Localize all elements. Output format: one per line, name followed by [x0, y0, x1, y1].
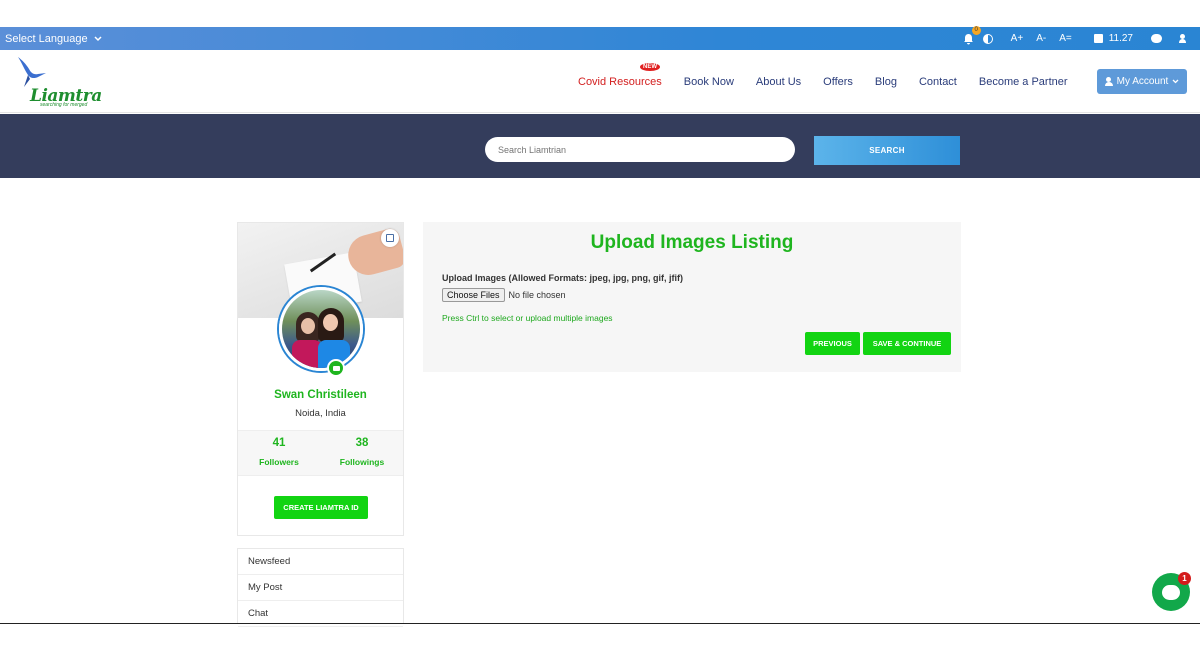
new-badge: NEW — [640, 62, 660, 71]
create-liamtra-id-button[interactable]: CREATE LIAMTRA ID — [274, 496, 368, 519]
no-file-text: No file chosen — [508, 290, 566, 300]
edit-cover-button[interactable] — [381, 229, 399, 247]
upload-label: Upload Images (Allowed Formats: jpeg, jp… — [442, 273, 684, 283]
my-account-label: My Account — [1116, 76, 1169, 87]
avatar-face-2 — [323, 314, 338, 331]
change-avatar-button[interactable] — [327, 359, 345, 377]
chat-bubble-icon — [1162, 584, 1180, 600]
top-whitespace — [0, 0, 1200, 27]
menu-item-my-post[interactable]: My Post — [238, 575, 403, 601]
file-input: Choose Files No file chosen — [442, 288, 566, 302]
previous-button[interactable]: PREVIOUS — [805, 332, 860, 355]
chat-widget-button[interactable]: 1 — [1152, 572, 1191, 611]
language-label: Select Language — [5, 32, 88, 45]
divider — [0, 623, 1200, 624]
notification-badge: 0 — [971, 25, 981, 35]
followers-label: Followers — [259, 457, 299, 467]
logo-tagline: searching for merged — [40, 102, 88, 108]
chevron-down-icon — [1172, 79, 1179, 84]
search-band: SEARCH — [0, 114, 1200, 178]
language-selector[interactable]: Select Language — [5, 33, 102, 45]
notification-bell-icon[interactable]: 0 — [963, 25, 981, 46]
calendar-icon — [1093, 34, 1103, 43]
nav-about-us[interactable]: About Us — [756, 76, 801, 88]
profile-name: Swan Christileen — [274, 389, 367, 401]
save-continue-button[interactable]: SAVE & CONTINUE — [863, 332, 951, 355]
font-decrease-button[interactable]: A- — [1036, 33, 1046, 44]
nav-become-partner[interactable]: Become a Partner — [979, 76, 1068, 88]
followings-stat[interactable]: 38 Followings — [321, 437, 403, 467]
profile-card: Swan Christileen Noida, India 41 Followe… — [237, 222, 404, 536]
nav-blog[interactable]: Blog — [875, 76, 897, 88]
upload-hint: Press Ctrl to select or upload multiple … — [442, 313, 613, 323]
edit-icon — [386, 234, 394, 242]
message-icon[interactable] — [1151, 34, 1162, 43]
utility-bar: Select Language 0 A+ A- A= 11.27 — [0, 25, 1200, 50]
followings-count: 38 — [355, 437, 369, 449]
search-input[interactable] — [485, 137, 795, 162]
contrast-toggle-icon[interactable] — [982, 33, 993, 44]
nav-contact[interactable]: Contact — [919, 76, 957, 88]
profile-location: Noida, India — [295, 408, 346, 419]
profile-stats: 41 Followers 38 Followings — [238, 430, 403, 476]
upload-card: Upload Images Listing Upload Images (All… — [423, 222, 961, 372]
font-reset-button[interactable]: A= — [1059, 33, 1072, 44]
avatar — [279, 287, 363, 371]
chevron-down-icon — [94, 35, 102, 41]
main-navbar: Liamtra searching for merged Covid Resou… — [0, 50, 1200, 113]
choose-files-button[interactable]: Choose Files — [442, 288, 505, 302]
camera-icon — [332, 365, 340, 371]
upload-title: Upload Images Listing — [590, 232, 794, 253]
my-account-button[interactable]: My Account — [1097, 69, 1187, 94]
followers-stat[interactable]: 41 Followers — [238, 437, 320, 467]
followings-label: Followings — [339, 457, 385, 467]
clock: 11.27 — [1093, 33, 1133, 44]
nav-offers[interactable]: Offers — [823, 76, 853, 88]
clock-time: 11.27 — [1108, 33, 1133, 44]
nav-book-now[interactable]: Book Now — [684, 76, 734, 88]
nav-covid-label: Covid Resources — [578, 75, 662, 88]
nav-links: Covid Resources NEW Book Now About Us Of… — [578, 50, 1090, 113]
menu-item-newsfeed[interactable]: Newsfeed — [238, 549, 403, 575]
logo[interactable]: Liamtra searching for merged — [12, 53, 102, 109]
avatar-face-1 — [301, 318, 315, 334]
followers-count: 41 — [272, 437, 286, 449]
chat-badge: 1 — [1178, 572, 1191, 585]
search-button[interactable]: SEARCH — [814, 136, 960, 165]
nav-covid-resources[interactable]: Covid Resources NEW — [578, 62, 662, 88]
user-icon — [1104, 77, 1113, 86]
add-user-icon[interactable] — [1179, 33, 1192, 44]
side-menu: Newsfeed My Post Chat — [237, 548, 404, 627]
font-increase-button[interactable]: A+ — [1011, 33, 1024, 44]
